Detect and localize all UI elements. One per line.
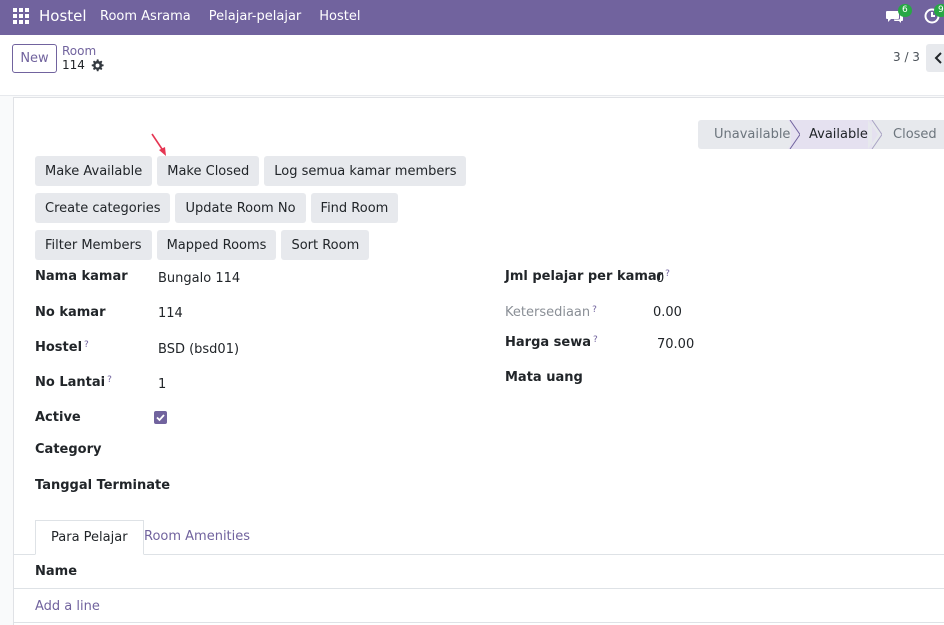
make-closed-button[interactable]: Make Closed xyxy=(157,156,260,186)
jml-pelajar-help-icon[interactable]: ? xyxy=(665,269,670,279)
no-kamar-label: No kamar xyxy=(35,305,106,320)
harga-sewa-help-icon[interactable]: ? xyxy=(593,335,598,345)
pager-previous-button[interactable] xyxy=(926,44,944,72)
ketersediaan-label: Ketersediaan? xyxy=(505,305,597,320)
hostel-help-icon[interactable]: ? xyxy=(84,340,89,350)
no-lantai-label: No Lantai? xyxy=(35,375,112,390)
create-categories-button[interactable]: Create categories xyxy=(35,193,171,223)
harga-sewa-field[interactable]: 70.00 xyxy=(657,337,694,352)
no-lantai-field[interactable]: 1 xyxy=(158,377,166,392)
new-button[interactable]: New xyxy=(12,44,57,73)
list-header-divider xyxy=(13,588,944,589)
status-available[interactable]: Available xyxy=(791,120,873,149)
status-unavailable[interactable]: Unavailable xyxy=(698,120,791,149)
active-checkbox[interactable] xyxy=(154,411,167,424)
top-navbar: Hostel Room Asrama Pelajar-pelajar Hoste… xyxy=(0,0,944,35)
filter-members-button[interactable]: Filter Members xyxy=(35,230,152,260)
record-name: 114 xyxy=(62,58,85,72)
find-room-button[interactable]: Find Room xyxy=(310,193,399,223)
activity-badge: 9 xyxy=(934,4,944,17)
active-label: Active xyxy=(35,410,81,425)
nama-kamar-label: Nama kamar xyxy=(35,269,128,284)
mata-uang-label: Mata uang xyxy=(505,370,583,385)
update-room-no-button[interactable]: Update Room No xyxy=(175,193,306,223)
status-chevron-1-icon xyxy=(788,120,800,149)
list-row-divider xyxy=(13,622,944,623)
annotation-arrow-icon xyxy=(151,133,166,156)
hostel-field[interactable]: BSD (bsd01) xyxy=(158,342,239,357)
breadcrumb[interactable]: Room xyxy=(62,44,96,58)
checkmark-icon xyxy=(156,414,165,422)
hostel-label-text: Hostel xyxy=(35,340,83,355)
ketersediaan-help-icon[interactable]: ? xyxy=(592,305,597,315)
menu-hostel[interactable]: Hostel xyxy=(319,9,360,24)
nama-kamar-field[interactable]: Bungalo 114 xyxy=(158,271,240,286)
jml-pelajar-field[interactable]: 0 xyxy=(656,271,664,286)
log-members-button[interactable]: Log semua kamar members xyxy=(264,156,467,186)
chat-icon[interactable]: 6 xyxy=(886,4,912,24)
menu-room-asrama[interactable]: Room Asrama xyxy=(100,9,191,24)
make-available-button[interactable]: Make Available xyxy=(35,156,153,186)
column-header-name[interactable]: Name xyxy=(35,564,77,579)
no-lantai-label-text: No Lantai xyxy=(35,375,106,390)
category-label: Category xyxy=(35,442,102,457)
action-buttons-row-2: Create categories Update Room No Find Ro… xyxy=(35,193,403,223)
tab-para-pelajar[interactable]: Para Pelajar xyxy=(35,520,144,555)
jml-pelajar-label: Jml pelajar per kamar? xyxy=(505,269,670,284)
pager-value[interactable]: 3 / 3 xyxy=(893,50,920,64)
tab-room-amenities[interactable]: Room Amenities xyxy=(129,520,265,555)
ketersediaan-field: 0.00 xyxy=(653,305,682,320)
hostel-label: Hostel? xyxy=(35,340,89,355)
add-a-line-link[interactable]: Add a line xyxy=(35,599,100,614)
chat-badge: 6 xyxy=(898,4,912,17)
status-closed[interactable]: Closed xyxy=(873,120,944,149)
tanggal-terminate-label: Tanggal Terminate xyxy=(35,478,171,493)
mapped-rooms-button[interactable]: Mapped Rooms xyxy=(156,230,277,260)
chevron-left-icon xyxy=(934,52,942,64)
action-buttons-row-1: Make Available Make Closed Log semua kam… xyxy=(35,156,471,186)
no-kamar-field[interactable]: 114 xyxy=(158,306,183,321)
app-brand[interactable]: Hostel xyxy=(39,7,87,25)
status-bar: Unavailable Available Closed xyxy=(698,120,944,149)
control-panel: New Room 114 3 / 3 xyxy=(0,35,944,96)
action-buttons-row-3: Filter Members Mapped Rooms Sort Room xyxy=(35,230,374,260)
sort-room-button[interactable]: Sort Room xyxy=(281,230,370,260)
no-lantai-help-icon[interactable]: ? xyxy=(107,375,112,385)
gear-icon[interactable] xyxy=(91,58,104,72)
jml-pelajar-label-text: Jml pelajar per kamar xyxy=(505,269,664,284)
ketersediaan-label-text: Ketersediaan xyxy=(505,305,591,320)
harga-sewa-label-text: Harga sewa xyxy=(505,335,592,350)
harga-sewa-label: Harga sewa? xyxy=(505,335,598,350)
record-title: 114 xyxy=(62,58,104,72)
apps-grid-icon[interactable] xyxy=(13,8,29,24)
status-chevron-2-icon xyxy=(868,120,882,149)
main-menu: Room Asrama Pelajar-pelajar Hostel xyxy=(100,9,378,24)
menu-pelajar[interactable]: Pelajar-pelajar xyxy=(209,9,302,24)
activity-clock-icon[interactable]: 9 xyxy=(924,4,944,24)
